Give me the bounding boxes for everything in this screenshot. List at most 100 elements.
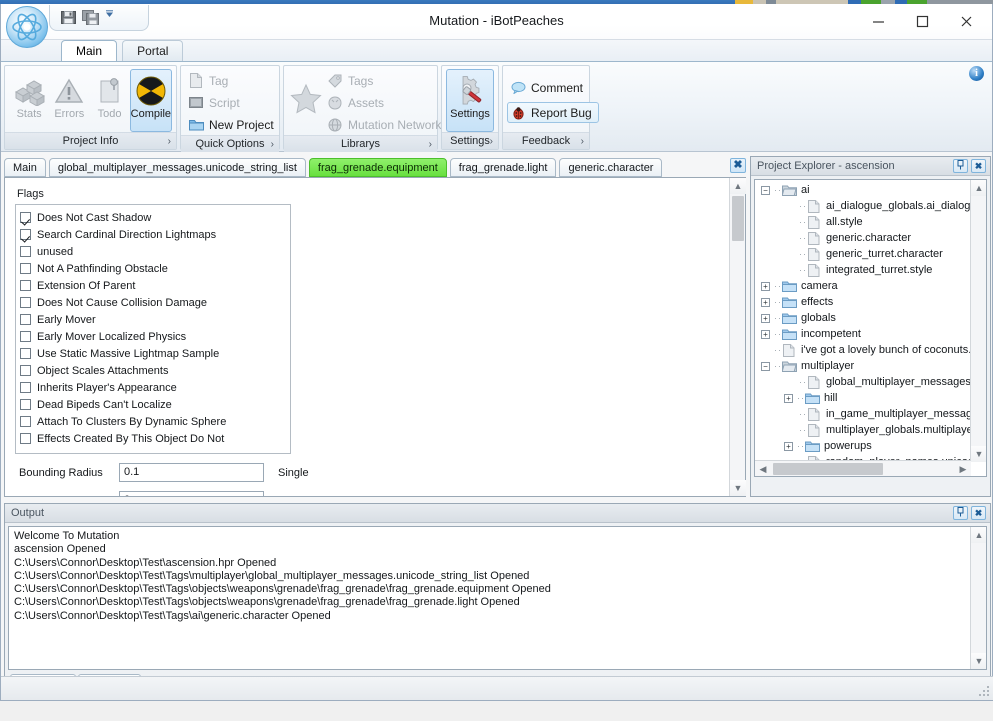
save-icon[interactable] bbox=[60, 9, 77, 26]
mutation-network-button[interactable]: Mutation Network bbox=[324, 114, 448, 135]
new-project-button[interactable]: New Project bbox=[185, 114, 281, 135]
collapse-icon[interactable]: − bbox=[761, 185, 770, 195]
bounding-radius-input[interactable]: 0.1 bbox=[119, 463, 264, 482]
tree-node-incompetent[interactable]: + ·· incompetent bbox=[755, 326, 971, 342]
tree-node-generic-character[interactable]: ·· generic.character bbox=[755, 230, 971, 246]
flag-row[interactable]: Dead Bipeds Can't Localize bbox=[20, 396, 286, 413]
expand-icon[interactable]: + bbox=[784, 393, 793, 403]
tree-node-camera[interactable]: + ·· camera bbox=[755, 278, 971, 294]
output-vertical-scrollbar[interactable]: ▲ ▼ bbox=[970, 527, 986, 669]
scroll-left-arrow-icon[interactable]: ◀ bbox=[755, 461, 771, 476]
ribbon-tab-portal[interactable]: Portal bbox=[122, 40, 184, 61]
scroll-down-arrow-icon[interactable]: ▼ bbox=[971, 653, 986, 669]
dialog-launcher-icon[interactable]: › bbox=[429, 136, 432, 153]
checkbox[interactable] bbox=[20, 229, 31, 240]
document-tab-frag-grenade-light[interactable]: frag_grenade.light bbox=[449, 158, 557, 177]
dialog-launcher-icon[interactable]: › bbox=[271, 136, 274, 153]
flag-row[interactable]: Object Scales Attachments bbox=[20, 362, 286, 379]
scroll-right-arrow-icon[interactable]: ▶ bbox=[955, 461, 971, 476]
tree-node-hill[interactable]: + ·· hill bbox=[755, 390, 971, 406]
maximize-button[interactable] bbox=[900, 6, 944, 36]
flag-row[interactable]: Inherits Player's Appearance bbox=[20, 379, 286, 396]
checkbox[interactable] bbox=[20, 212, 31, 223]
tree-node-integrated-turret-style[interactable]: ·· integrated_turret.style bbox=[755, 262, 971, 278]
tree-node-global-multiplayer-messages[interactable]: ·· global_multiplayer_messages.uni bbox=[755, 374, 971, 390]
tree-vertical-scrollbar[interactable]: ▲ ▼ bbox=[970, 180, 986, 462]
close-panel-icon[interactable]: ✖ bbox=[971, 506, 986, 520]
tag-button[interactable]: Tag bbox=[185, 70, 281, 91]
flag-row[interactable]: unused bbox=[20, 243, 286, 260]
script-button[interactable]: Script bbox=[185, 92, 281, 113]
checkbox[interactable] bbox=[20, 365, 31, 376]
pin-icon[interactable] bbox=[953, 506, 968, 520]
scroll-up-arrow-icon[interactable]: ▲ bbox=[971, 527, 986, 543]
checkbox[interactable] bbox=[20, 433, 31, 444]
close-document-tab-button[interactable]: ✖ bbox=[730, 158, 746, 173]
flag-row[interactable]: Does Not Cause Collision Damage bbox=[20, 294, 286, 311]
bounding-offset-x-input[interactable]: 0 bbox=[119, 491, 264, 496]
document-tab-main[interactable]: Main bbox=[4, 158, 46, 177]
scrollbar-thumb[interactable] bbox=[732, 196, 744, 241]
checkbox[interactable] bbox=[20, 399, 31, 410]
tree-node-all-style[interactable]: ·· all.style bbox=[755, 214, 971, 230]
tree-node-ai[interactable]: − ·· ai bbox=[755, 182, 971, 198]
editor-vertical-scrollbar[interactable]: ▲ ▼ bbox=[729, 178, 746, 496]
checkbox[interactable] bbox=[20, 280, 31, 291]
comment-button[interactable]: Comment bbox=[507, 77, 599, 98]
close-panel-icon[interactable]: ✖ bbox=[971, 159, 986, 173]
checkbox[interactable] bbox=[20, 246, 31, 257]
checkbox[interactable] bbox=[20, 416, 31, 427]
flag-row[interactable]: Use Static Massive Lightmap Sample bbox=[20, 345, 286, 362]
flag-row[interactable]: Not A Pathfinding Obstacle bbox=[20, 260, 286, 277]
tree-horizontal-scrollbar[interactable]: ◀ ▶ bbox=[755, 460, 971, 476]
tree-node-globals[interactable]: + ·· globals bbox=[755, 310, 971, 326]
close-button[interactable] bbox=[944, 6, 988, 36]
checkbox[interactable] bbox=[20, 297, 31, 308]
document-tab-global-multiplayer-messages[interactable]: global_multiplayer_messages.unicode_stri… bbox=[48, 158, 306, 177]
expand-icon[interactable]: + bbox=[784, 441, 793, 451]
tree-node-in-game-multiplayer-messages[interactable]: ·· in_game_multiplayer_messages. bbox=[755, 406, 971, 422]
scrollbar-thumb[interactable] bbox=[773, 463, 883, 475]
checkbox[interactable] bbox=[20, 314, 31, 325]
chevron-down-icon[interactable] bbox=[104, 9, 115, 26]
pin-icon[interactable] bbox=[953, 159, 968, 173]
collapse-icon[interactable]: − bbox=[761, 361, 770, 371]
tree-node-generic-turret-character[interactable]: ·· generic_turret.character bbox=[755, 246, 971, 262]
dialog-launcher-icon[interactable]: › bbox=[168, 133, 171, 150]
compile-button[interactable]: Compile bbox=[129, 69, 173, 132]
info-icon[interactable]: i bbox=[969, 66, 984, 81]
checkbox[interactable] bbox=[20, 348, 31, 359]
flag-row[interactable]: Early Mover bbox=[20, 311, 286, 328]
tree-node-multiplayer[interactable]: − ·· multiplayer bbox=[755, 358, 971, 374]
project-tree[interactable]: − ·· ai ·· ai_dialogue_globals.ai_dialog… bbox=[754, 179, 987, 477]
flag-row[interactable]: Search Cardinal Direction Lightmaps bbox=[20, 226, 286, 243]
checkbox[interactable] bbox=[20, 331, 31, 342]
atom-logo-icon[interactable] bbox=[6, 6, 48, 48]
expand-icon[interactable]: + bbox=[761, 329, 770, 339]
report-bug-button[interactable]: Report Bug bbox=[507, 102, 599, 123]
library-favorites-button[interactable] bbox=[288, 69, 324, 132]
minimize-button[interactable] bbox=[856, 6, 900, 36]
expand-icon[interactable]: + bbox=[761, 313, 770, 323]
errors-button[interactable]: Errors bbox=[49, 69, 89, 132]
flag-row[interactable]: Attach To Clusters By Dynamic Sphere bbox=[20, 413, 286, 430]
expand-icon[interactable]: + bbox=[761, 297, 770, 307]
scroll-down-arrow-icon[interactable]: ▼ bbox=[730, 480, 746, 496]
tree-node-ai-dialogue-globals[interactable]: ·· ai_dialogue_globals.ai_dialogue_ bbox=[755, 198, 971, 214]
tree-node-powerups[interactable]: + ·· powerups bbox=[755, 438, 971, 454]
tree-node-effects[interactable]: + ·· effects bbox=[755, 294, 971, 310]
settings-button[interactable]: Settings bbox=[446, 69, 494, 132]
scroll-up-arrow-icon[interactable]: ▲ bbox=[730, 178, 746, 194]
save-all-icon[interactable] bbox=[82, 9, 99, 26]
flag-row[interactable]: Effects Created By This Object Do Not bbox=[20, 430, 286, 447]
dialog-launcher-icon[interactable]: › bbox=[581, 133, 584, 150]
assets-button[interactable]: Assets bbox=[324, 92, 448, 113]
ribbon-tab-main[interactable]: Main bbox=[61, 40, 118, 61]
flag-row[interactable]: Does Not Cast Shadow bbox=[20, 209, 286, 226]
scroll-up-arrow-icon[interactable]: ▲ bbox=[971, 180, 986, 196]
todo-button[interactable]: Todo bbox=[89, 69, 129, 132]
scroll-down-arrow-icon[interactable]: ▼ bbox=[971, 446, 986, 462]
flag-row[interactable]: Extension Of Parent bbox=[20, 277, 286, 294]
expand-icon[interactable]: + bbox=[761, 281, 770, 291]
tree-node-coconuts[interactable]: ·· i've got a lovely bunch of coconuts.s bbox=[755, 342, 971, 358]
